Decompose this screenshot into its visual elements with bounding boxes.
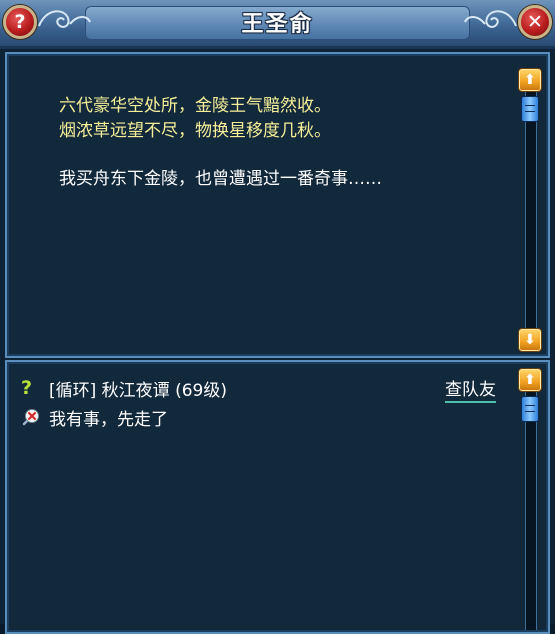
question-mark-icon: ? <box>14 11 26 33</box>
view-teammates-link[interactable]: 查队友 <box>445 375 496 403</box>
scroll-up-button[interactable]: ⬆ <box>518 68 542 92</box>
dialogue-panel: 六代豪华空处所，金陵王气黯然收。 烟浓草远望不尽，物换星移度几秋。 我买舟东下金… <box>5 52 550 358</box>
help-button[interactable]: ? <box>3 5 37 39</box>
arrow-up-icon: ⬆ <box>524 72 536 88</box>
scroll-track[interactable] <box>525 390 537 630</box>
close-icon: ✕ <box>527 11 543 33</box>
dialogue-text: 六代豪华空处所，金陵王气黯然收。 烟浓草远望不尽，物换星移度几秋。 我买舟东下金… <box>59 94 488 192</box>
quest-option[interactable]: ? [循环] 秋江夜谭 (69级) <box>21 376 227 401</box>
leave-option[interactable]: 我有事，先走了 <box>21 405 168 430</box>
quest-label: [循环] 秋江夜谭 (69级) <box>49 380 227 401</box>
narration-line: 我买舟东下金陵，也曾遭遇过一番奇事…… <box>59 169 382 189</box>
leave-label: 我有事，先走了 <box>49 410 168 430</box>
options-scrollbar[interactable]: ⬆ <box>518 368 542 630</box>
leave-chat-icon <box>22 408 39 425</box>
poem-line-2: 烟浓草远望不尽，物换星移度几秋。 <box>59 121 331 141</box>
quest-question-icon: ? <box>21 377 33 399</box>
arrow-down-icon: ⬇ <box>524 332 536 348</box>
scroll-down-button[interactable]: ⬇ <box>518 328 542 352</box>
close-button[interactable]: ✕ <box>518 5 552 39</box>
poem-line-1: 六代豪华空处所，金陵王气黯然收。 <box>59 96 331 116</box>
options-panel: ? [循环] 秋江夜谭 (69级) 查队友 我有事，先走了 ⬆ <box>5 360 550 634</box>
scroll-thumb[interactable] <box>521 396 539 422</box>
arrow-up-icon: ⬆ <box>524 372 536 388</box>
scroll-thumb[interactable] <box>521 96 539 122</box>
window-title: 王圣俞 <box>241 12 314 37</box>
dialogue-scrollbar[interactable]: ⬆ ⬇ <box>518 68 542 352</box>
scroll-up-button[interactable]: ⬆ <box>518 368 542 392</box>
npc-dialog-window: 王圣俞 ? ✕ 六代豪华空处所，金陵王气黯然收。 烟浓草远望不尽，物换星移度几秋… <box>0 0 555 634</box>
title-bar: 王圣俞 ? ✕ <box>0 0 555 49</box>
scroll-track[interactable] <box>525 90 537 328</box>
